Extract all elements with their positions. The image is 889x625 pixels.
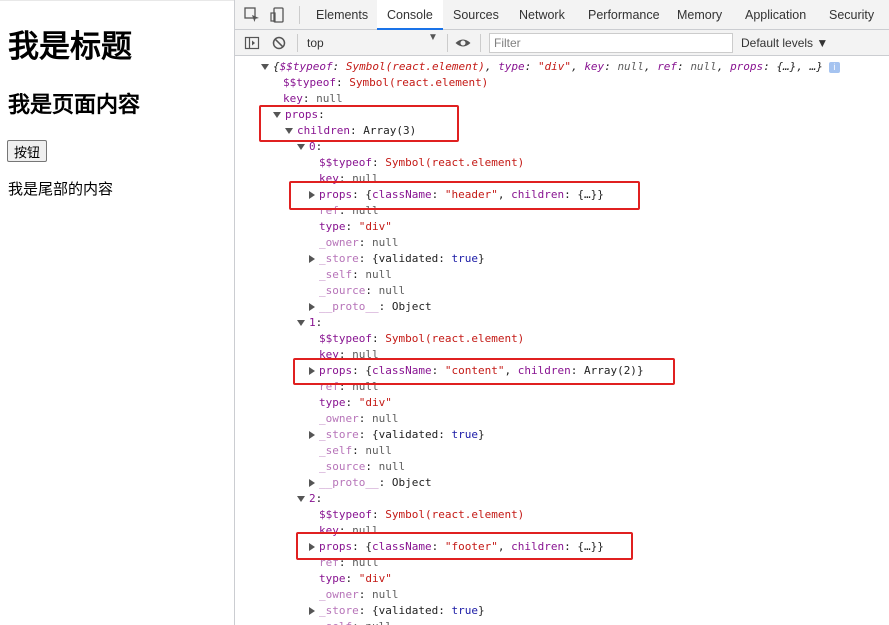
prop-line: _self: null — [319, 444, 392, 457]
page-button[interactable]: 按钮 — [7, 140, 48, 162]
filter-input[interactable] — [489, 33, 733, 53]
collapsed-triangle-icon[interactable] — [309, 255, 315, 263]
store-tree-node[interactable]: _store: {validated: true} — [309, 251, 485, 267]
log-levels-dropdown[interactable]: Default levels ▼ — [741, 33, 828, 53]
tab-performance[interactable]: Performance — [578, 0, 670, 30]
page-content: 我是页面内容 — [8, 93, 141, 118]
expand-triangle-icon[interactable] — [261, 64, 269, 70]
collapsed-triangle-icon[interactable] — [309, 431, 315, 439]
toolbar-separator — [297, 34, 298, 52]
highlight-box-content — [293, 358, 675, 385]
inspect-element-icon[interactable] — [243, 6, 261, 24]
tab-separator — [299, 6, 300, 24]
context-dropdown-icon[interactable]: ▼ — [428, 32, 438, 43]
prop-line: _owner: null — [319, 588, 399, 601]
prop-line: _owner: null — [319, 412, 399, 425]
tab-network[interactable]: Network — [509, 0, 575, 30]
clear-console-icon[interactable] — [270, 34, 288, 52]
prop-line: _source: null — [319, 284, 406, 297]
devtools-panel: Elements Console Sources Network Perform… — [234, 0, 889, 625]
info-icon[interactable]: i — [828, 61, 840, 73]
console-output: {$$typeof: Symbol(react.element), type: … — [235, 56, 889, 625]
context-selector[interactable]: top — [305, 33, 445, 53]
page-preview: 我是标题 我是页面内容 按钮 我是尾部的内容 — [0, 0, 234, 625]
expand-triangle-icon[interactable] — [297, 320, 305, 326]
tab-sources[interactable]: Sources — [443, 0, 509, 30]
prop-line: $$typeof: Symbol(react.element) — [319, 156, 525, 169]
toolbar-separator — [480, 34, 481, 52]
proto-tree-node[interactable]: __proto__: Object — [309, 299, 432, 315]
prop-line: type: "div" — [319, 220, 392, 233]
tab-memory[interactable]: Memory — [667, 0, 732, 30]
child-tree-node[interactable]: 1: — [297, 315, 322, 331]
prop-line: $$typeof: Symbol(react.element) — [319, 508, 525, 521]
store-tree-node[interactable]: _store: {validated: true} — [309, 427, 485, 443]
toolbar-separator — [447, 34, 448, 52]
highlight-box-header — [289, 181, 640, 210]
prop-line: _self: null — [319, 268, 392, 281]
highlight-box-props — [259, 105, 459, 142]
prop-line: $$typeof: Symbol(react.element) — [283, 76, 489, 89]
tab-console[interactable]: Console — [377, 0, 443, 30]
console-toolbar: top ▼ Default levels ▼ — [235, 30, 889, 56]
page-footer: 我是尾部的内容 — [8, 180, 114, 198]
highlight-box-footer — [296, 532, 633, 560]
prop-line: type: "div" — [319, 396, 392, 409]
show-sidebar-icon[interactable] — [243, 34, 261, 52]
proto-tree-node[interactable]: __proto__: Object — [309, 475, 432, 491]
expand-triangle-icon[interactable] — [297, 144, 305, 150]
collapsed-triangle-icon[interactable] — [309, 303, 315, 311]
tab-elements[interactable]: Elements — [306, 0, 378, 30]
collapsed-triangle-icon[interactable] — [309, 479, 315, 487]
devtools-tabbar: Elements Console Sources Network Perform… — [235, 0, 889, 30]
console-log-summary[interactable]: {$$typeof: Symbol(react.element), type: … — [261, 59, 840, 75]
prop-line: _self: null — [319, 619, 392, 625]
device-toolbar-icon[interactable] — [269, 6, 287, 24]
store-tree-node[interactable]: _store: {validated: true} — [309, 603, 485, 619]
child-tree-node[interactable]: 2: — [297, 491, 322, 507]
tab-security[interactable]: Security — [819, 0, 884, 30]
prop-line: $$typeof: Symbol(react.element) — [319, 332, 525, 345]
prop-line: _source: null — [319, 460, 406, 473]
page-title: 我是标题 — [8, 29, 132, 65]
tab-application[interactable]: Application — [735, 0, 816, 30]
prop-line: _owner: null — [319, 236, 399, 249]
expand-triangle-icon[interactable] — [297, 496, 305, 502]
live-expression-eye-icon[interactable] — [454, 34, 472, 52]
collapsed-triangle-icon[interactable] — [309, 607, 315, 615]
prop-line: type: "div" — [319, 572, 392, 585]
